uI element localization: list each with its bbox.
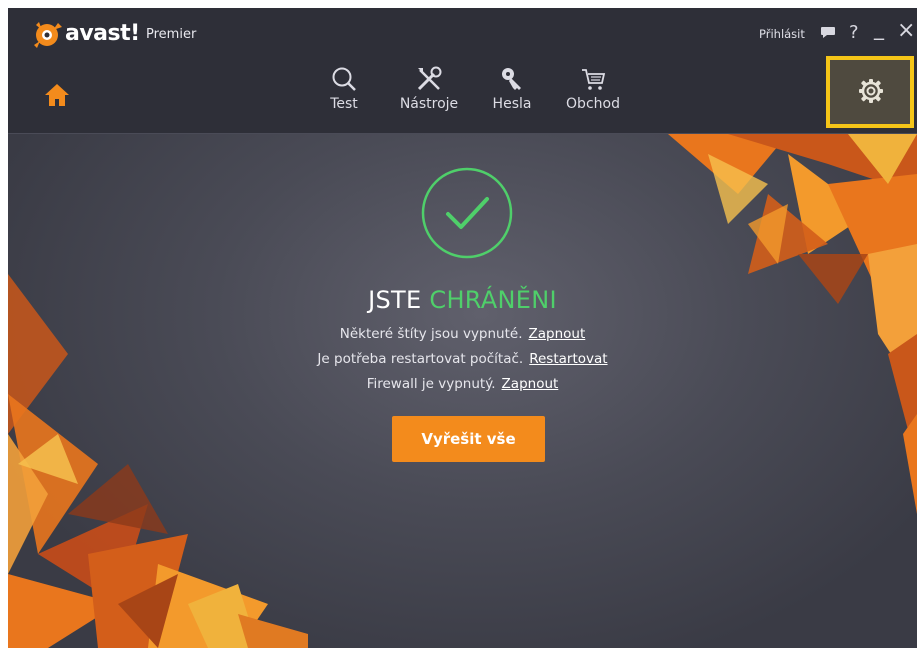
fix-all-button[interactable]: Vyřešit vše (392, 416, 545, 462)
status-message-restart: Je potřeba restartovat počítač. Restartov… (8, 351, 917, 367)
nav-label-store: Obchod (566, 96, 620, 112)
status-message-firewall: Firewall je vypnutý. Zapnout (8, 376, 917, 392)
close-button[interactable]: × (897, 18, 915, 43)
restart-link[interactable]: Restartovat (529, 351, 607, 367)
edition-label: Premier (146, 27, 197, 42)
login-link[interactable]: Přihlásit (759, 27, 805, 41)
title-bar: avast! Premier Přihlásit ? _ × (8, 8, 917, 60)
status-headline-prefix: JSTE (368, 286, 430, 314)
enable-firewall-link[interactable]: Zapnout (502, 376, 559, 392)
main-panel: JSTE CHRÁNĚNI Některé štíty jsou vypnuté… (8, 134, 917, 648)
home-button[interactable] (42, 80, 72, 110)
avast-window: avast! Premier Přihlásit ? _ × Test Nást… (8, 8, 917, 648)
logo-text: avast! (65, 21, 140, 46)
nav-label-passwords: Hesla (492, 96, 532, 112)
status-headline-status: CHRÁNĚNI (429, 286, 557, 314)
search-icon (332, 67, 356, 91)
status-message-text: Je potřeba restartovat počítač. (317, 351, 524, 367)
home-icon (45, 84, 69, 106)
nav-item-store[interactable]: Obchod (561, 64, 625, 112)
gear-icon (859, 79, 883, 103)
status-message-text: Firewall je vypnutý. (366, 376, 496, 392)
help-button[interactable]: ? (849, 22, 859, 43)
settings-button[interactable] (826, 56, 914, 128)
cart-icon (582, 69, 606, 90)
status-message-shields: Některé štíty jsou vypnuté. Zapnout (8, 326, 917, 342)
chat-icon[interactable] (820, 24, 836, 44)
key-icon (502, 68, 521, 90)
minimize-button[interactable]: _ (874, 16, 884, 40)
enable-shields-link[interactable]: Zapnout (529, 326, 586, 342)
protected-check-icon (421, 167, 513, 259)
avast-logo-icon (34, 22, 62, 48)
nav-item-test[interactable]: Test (324, 64, 364, 112)
status-message-text: Některé štíty jsou vypnuté. (339, 326, 523, 342)
nav-item-tools[interactable]: Nástroje (394, 64, 464, 112)
nav-item-passwords[interactable]: Hesla (487, 64, 537, 112)
tools-icon (417, 66, 442, 91)
status-headline: JSTE CHRÁNĚNI (8, 286, 917, 314)
nav-label-tools: Nástroje (399, 96, 459, 112)
avast-logo: avast! (32, 19, 142, 49)
nav-label-test: Test (330, 96, 358, 112)
nav-bar: Test Nástroje Hesla Obchod (8, 56, 917, 134)
